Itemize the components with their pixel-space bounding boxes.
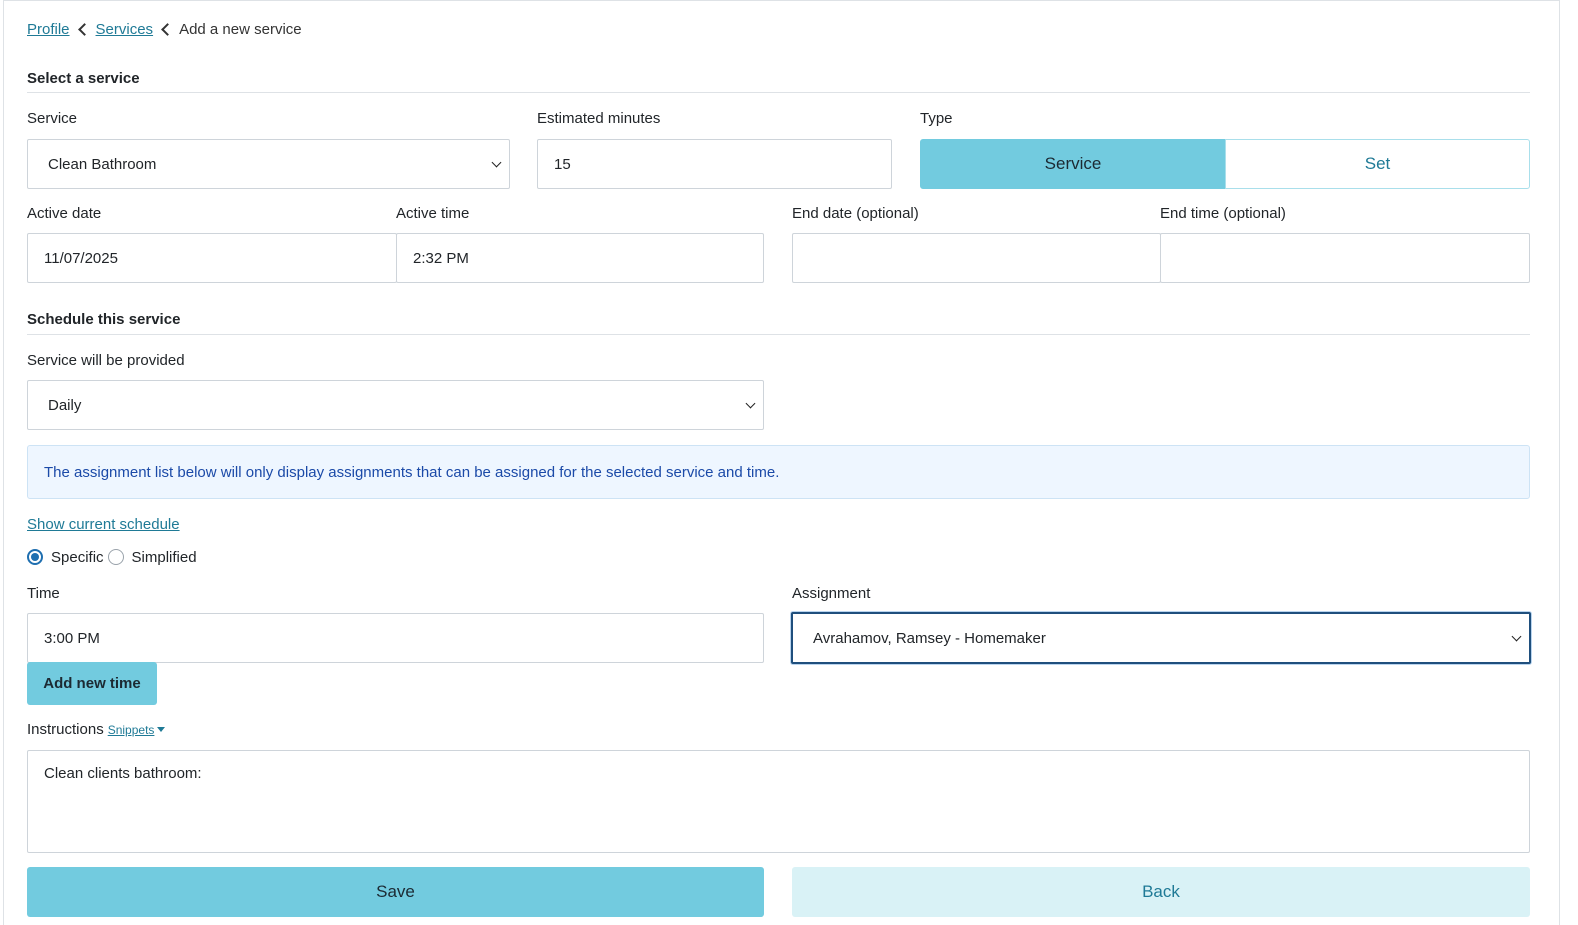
end-time-label: End time (optional) [1160,205,1286,222]
chevron-down-icon [1511,631,1522,642]
section-divider [27,334,1530,335]
breadcrumb: Profile Services Add a new service [27,18,302,40]
assignment-label: Assignment [792,585,871,602]
type-service-button[interactable]: Service [920,139,1226,189]
instructions-label-row: Instructions Snippets [27,721,166,738]
type-set-button[interactable]: Set [1225,139,1530,189]
section-divider [27,92,1530,93]
breadcrumb-services-link[interactable]: Services [96,21,154,38]
time-label: Time [27,585,60,602]
radio-simplified[interactable] [107,549,124,565]
snippets-dropdown[interactable]: Snippets [108,723,166,737]
active-time-value: 2:32 PM [413,249,469,267]
end-date-input[interactable] [792,233,1161,283]
select-service-heading: Select a service [27,70,140,87]
add-new-time-button[interactable]: Add new time [27,662,157,705]
instructions-label: Instructions [27,721,104,738]
snippets-link: Snippets [107,722,155,737]
caret-down-icon [157,727,166,732]
breadcrumb-current: Add a new service [179,20,302,38]
frequency-select[interactable]: Daily [27,380,764,430]
active-date-value: 11/07/2025 [44,249,118,267]
assignment-info-alert: The assignment list below will only disp… [27,445,1530,499]
schedule-mode-radio-group: Specific Simplified [27,546,201,568]
chevron-down-icon [745,398,756,409]
assignment-select[interactable]: Avrahamov, Ramsey - Homemaker [791,612,1531,664]
instructions-textarea[interactable]: Clean clients bathroom: [27,750,1530,853]
radio-simplified-label[interactable]: Simplified [132,549,197,566]
type-label: Type [920,110,953,127]
service-select[interactable]: Clean Bathroom [27,139,510,189]
radio-specific-label[interactable]: Specific [51,549,104,566]
end-date-label: End date (optional) [792,205,919,222]
service-select-value: Clean Bathroom [48,155,157,173]
chevron-down-icon [491,157,502,168]
time-value: 3:00 PM [44,629,100,647]
active-time-input[interactable]: 2:32 PM [396,233,764,283]
time-input[interactable]: 3:00 PM [27,613,764,663]
breadcrumb-profile-link[interactable]: Profile [27,21,70,38]
active-date-label: Active date [27,205,102,222]
assignment-select-value: Avrahamov, Ramsey - Homemaker [813,629,1046,647]
save-button[interactable]: Save [27,867,764,917]
chevron-left-icon [159,22,173,36]
frequency-label: Service will be provided [27,352,185,369]
end-time-input[interactable] [1160,233,1530,283]
estimated-minutes-label: Estimated minutes [537,110,661,127]
chevron-left-icon [76,22,90,36]
estimated-minutes-value: 15 [554,155,571,173]
frequency-select-value: Daily [48,396,82,414]
active-time-label: Active time [396,205,470,222]
active-date-input[interactable]: 11/07/2025 [27,233,397,283]
schedule-service-heading: Schedule this service [27,311,181,328]
show-current-schedule-link[interactable]: Show current schedule [27,516,180,533]
radio-specific[interactable] [27,549,43,565]
back-button[interactable]: Back [792,867,1530,917]
instructions-value: Clean clients bathroom: [44,765,202,782]
estimated-minutes-input[interactable]: 15 [537,139,892,189]
info-alert-text: The assignment list below will only disp… [44,463,780,481]
service-label: Service [27,110,78,127]
